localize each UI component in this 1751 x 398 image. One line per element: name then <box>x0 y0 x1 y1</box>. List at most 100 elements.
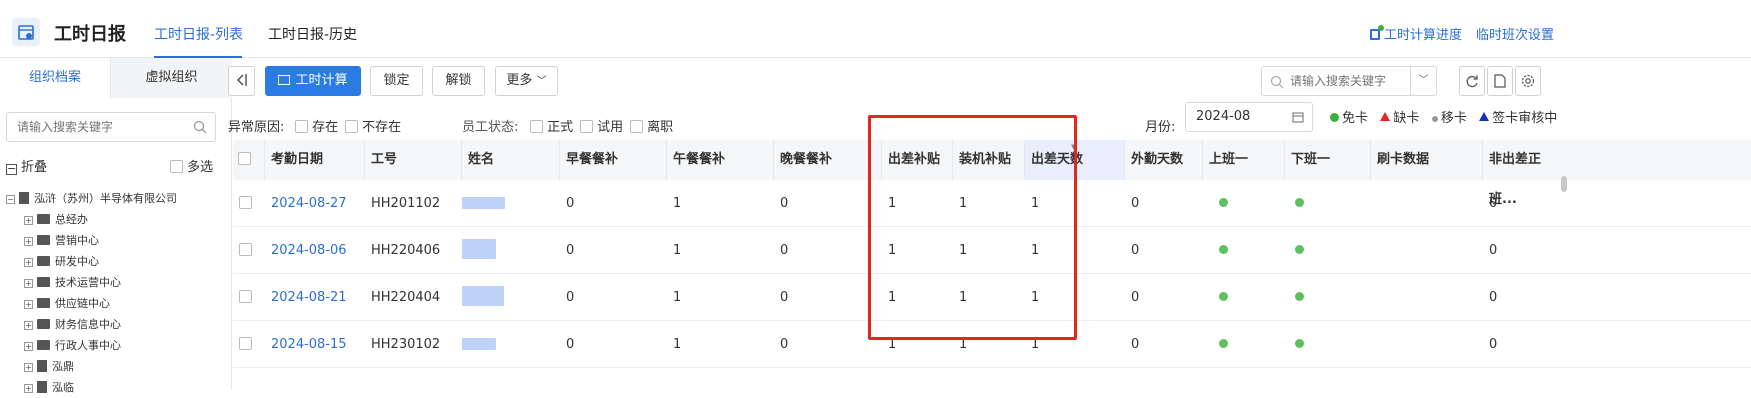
tab-daily-history[interactable]: 工时日报-历史 <box>268 24 357 44</box>
expand-icon[interactable]: + <box>24 300 33 309</box>
col-lunch[interactable]: 午餐餐补 <box>667 140 774 180</box>
col-date[interactable]: 考勤日期 <box>265 140 365 180</box>
unlock-button[interactable]: 解锁 <box>432 66 485 96</box>
cell-date[interactable]: 2024-08-15 <box>265 321 347 368</box>
fold-toggle[interactable]: − 折叠 <box>6 156 47 175</box>
abnormal-not-exists-option[interactable]: 不存在 <box>345 116 401 140</box>
refresh-button[interactable] <box>1459 66 1485 96</box>
cell-lunch: 1 <box>673 196 682 211</box>
tree-node-label: 泓鼎 <box>52 360 74 373</box>
col-non-travel[interactable]: 非出差正班... <box>1483 140 1561 207</box>
collapse-sidebar-button[interactable] <box>228 66 255 96</box>
status-probation-checkbox[interactable] <box>580 120 593 133</box>
expand-icon[interactable]: + <box>24 321 33 330</box>
cell-breakfast: 0 <box>566 337 575 352</box>
compute-hours-button[interactable]: 工时计算 <box>265 66 361 96</box>
legend-exempt-label: 免卡 <box>1342 111 1369 126</box>
tree-node-label: 行政人事中心 <box>55 339 121 352</box>
cell-on-duty-1 <box>1203 180 1228 227</box>
tab-daily-list[interactable]: 工时日报-列表 <box>154 24 243 44</box>
cell-date[interactable]: 2024-08-21 <box>265 274 347 321</box>
row-select-cell[interactable] <box>225 180 265 227</box>
sidebar-tab-org[interactable]: 组织档案 <box>0 58 110 98</box>
progress-icon <box>1370 25 1384 40</box>
row-checkbox[interactable] <box>238 243 252 256</box>
vertical-scrollbar[interactable] <box>1561 176 1567 192</box>
expand-icon[interactable]: + <box>24 279 33 288</box>
expand-icon[interactable]: + <box>24 258 33 267</box>
cell-lunch: 1 <box>673 290 682 305</box>
multi-select-toggle[interactable]: 多选 <box>170 156 213 175</box>
calc-progress-label: 工时计算进度 <box>1384 28 1463 43</box>
sidebar-tab-virtual-org[interactable]: 虚拟组织 <box>110 58 232 98</box>
tree-node[interactable]: + 技术运营中心 <box>6 272 226 293</box>
col-on-duty-1[interactable]: 上班一 <box>1203 140 1285 180</box>
table-search-input[interactable] <box>1262 67 1412 95</box>
col-emp-id[interactable]: 工号 <box>365 140 462 180</box>
status-probation-option[interactable]: 试用 <box>580 116 623 140</box>
legend-moved-label: 移卡 <box>1440 111 1467 126</box>
tree-node[interactable]: + 研发中心 <box>6 251 226 272</box>
export-button[interactable] <box>1487 66 1513 96</box>
expand-icon[interactable]: + <box>24 216 33 225</box>
folder-icon <box>37 340 50 350</box>
abnormal-filter-label: 异常原因: <box>228 120 285 135</box>
row-select-cell[interactable] <box>225 321 265 368</box>
tree-node[interactable]: + 供应链中心 <box>6 293 226 314</box>
expand-icon[interactable]: + <box>24 342 33 351</box>
multi-select-checkbox[interactable] <box>170 160 183 173</box>
tree-node[interactable]: + 营销中心 <box>6 230 226 251</box>
sidebar: 组织档案 虚拟组织 −折叠 多选 − 泓浒（苏州）半导体有限公司 +总经办 +营销… <box>0 58 232 394</box>
status-resigned-checkbox[interactable] <box>630 120 643 133</box>
row-checkbox[interactable] <box>238 337 252 350</box>
tree-node[interactable]: + 泓鼎 <box>6 356 226 377</box>
search-icon <box>1270 75 1284 89</box>
temp-shift-link[interactable]: 临时班次设置 <box>1476 24 1554 43</box>
tree-node[interactable]: + 财务信息中心 <box>6 314 226 335</box>
tree-node[interactable]: + 泓临 <box>6 377 226 398</box>
cell-dinner: 0 <box>780 243 789 258</box>
abnormal-exists-checkbox[interactable] <box>295 120 308 133</box>
col-field-days[interactable]: 外勤天数 <box>1125 140 1203 180</box>
table-search[interactable]: ﹀ <box>1261 66 1437 96</box>
search-dropdown-button[interactable]: ﹀ <box>1410 67 1436 95</box>
col-off-duty-1[interactable]: 下班一 <box>1285 140 1371 180</box>
row-checkbox[interactable] <box>238 196 252 209</box>
row-select-cell[interactable] <box>225 274 265 321</box>
select-all-cell[interactable] <box>225 140 265 180</box>
tree-node[interactable]: − 泓浒（苏州）半导体有限公司 <box>6 188 226 209</box>
select-all-checkbox[interactable] <box>238 152 251 165</box>
tree-node[interactable]: + 行政人事中心 <box>6 335 226 356</box>
cell-date[interactable]: 2024-08-27 <box>265 180 347 227</box>
cell-card-data <box>1371 180 1377 227</box>
cell-non-travel: 0 <box>1489 290 1498 305</box>
col-breakfast[interactable]: 早餐餐补 <box>560 140 667 180</box>
expand-icon[interactable]: + <box>24 384 33 393</box>
sidebar-search[interactable] <box>6 112 216 142</box>
green-dot-icon <box>1295 245 1304 254</box>
row-select-cell[interactable] <box>225 227 265 274</box>
sidebar-search-input[interactable] <box>7 113 182 141</box>
abnormal-not-exists-checkbox[interactable] <box>345 120 358 133</box>
calc-progress-link[interactable]: 工时计算进度 <box>1370 24 1462 43</box>
tree-node-label: 泓浒（苏州）半导体有限公司 <box>34 192 177 205</box>
tree-node[interactable]: + 总经办 <box>6 209 226 230</box>
status-regular-checkbox[interactable] <box>530 120 543 133</box>
collapse-icon[interactable]: − <box>6 195 15 204</box>
month-picker[interactable]: 2024-08 <box>1185 102 1313 132</box>
lock-button[interactable]: 锁定 <box>370 66 423 96</box>
settings-button[interactable] <box>1515 66 1541 96</box>
col-name[interactable]: 姓名 <box>462 140 560 180</box>
cell-emp-id: HH201102 <box>371 196 441 211</box>
status-resigned-option[interactable]: 离职 <box>630 116 673 140</box>
col-dinner[interactable]: 晚餐餐补 <box>774 140 882 180</box>
cell-field-days: 0 <box>1131 337 1140 352</box>
abnormal-exists-option[interactable]: 存在 <box>295 116 338 140</box>
expand-icon[interactable]: + <box>24 237 33 246</box>
expand-icon[interactable]: + <box>24 363 33 372</box>
row-checkbox[interactable] <box>238 290 252 303</box>
cell-date[interactable]: 2024-08-06 <box>265 227 347 274</box>
more-button[interactable]: 更多 ﹀ <box>495 66 558 96</box>
col-card-data[interactable]: 刷卡数据 <box>1371 140 1483 180</box>
status-regular-option[interactable]: 正式 <box>530 116 573 140</box>
